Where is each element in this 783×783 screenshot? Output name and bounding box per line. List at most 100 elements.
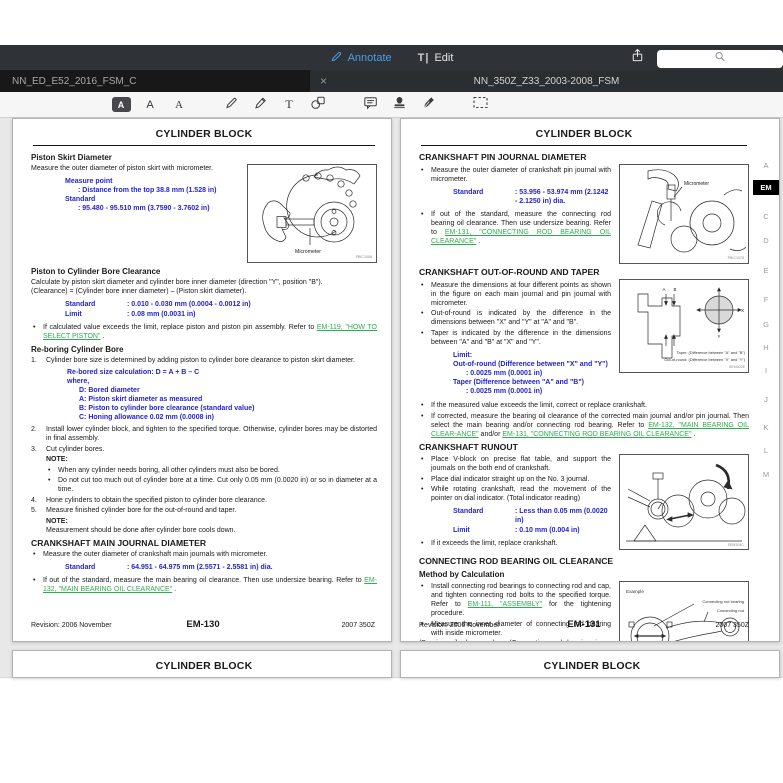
svg-text:X: X: [741, 308, 744, 313]
figure-label: Micrometer: [684, 181, 709, 187]
title-rule: [33, 145, 375, 146]
edit-button[interactable]: T| Edit: [418, 52, 454, 64]
edit-label: Edit: [434, 52, 453, 64]
share-icon: [630, 48, 645, 68]
spec-table: Standard: 0.010 - 0.030 mm (0.0004 - 0.0…: [65, 300, 377, 319]
title-rule: [421, 145, 747, 146]
text-color-button[interactable]: A: [139, 95, 161, 115]
page-title: CYLINDER BLOCK: [31, 662, 377, 671]
page-title: CYLINDER BLOCK: [419, 662, 765, 671]
annotation-toolbar: A A A T: [0, 92, 783, 118]
shapes-button[interactable]: [307, 95, 329, 115]
page-em131: CYLINDER BLOCK CRANKSHAFT PIN JOURNAL DI…: [400, 118, 780, 642]
section-heading: Piston Skirt Diameter: [31, 153, 377, 162]
text-cursor-icon: T|: [418, 52, 430, 64]
figure-code: PBIC1078: [728, 256, 744, 260]
numbered-item: 4.Hone cylinders to obtain the specified…: [31, 496, 377, 505]
annotate-button[interactable]: Annotate: [330, 50, 392, 66]
figure-example-label: Example: [626, 589, 644, 594]
selection-button[interactable]: [469, 95, 491, 115]
out-of-round-taper-figure: A B X Y Taper: (Difference between "A" a…: [619, 279, 749, 373]
bullet-item: •Measure the outer diameter of crankshaf…: [31, 550, 377, 559]
text-serif-button[interactable]: A: [168, 95, 190, 115]
numbered-item: 1.Cylinder bore size is determined by ad…: [31, 356, 377, 365]
bullet-item: •Measure the outer diameter of crankshaf…: [419, 166, 611, 184]
connecting-rod-figure: Example Connecting rod bearing Connectin…: [619, 581, 749, 643]
footer-page-number: EM-131: [567, 620, 600, 629]
tab-nn-350z[interactable]: × NN_350Z_Z33_2003-2008_FSM: [310, 70, 783, 92]
piston-micrometer-figure: Micrometer PBIC1058: [247, 164, 377, 263]
text-box-button[interactable]: T: [278, 95, 300, 115]
section-heading: CONNECTING ROD BEARING OIL CLEARANCE: [419, 557, 749, 566]
numbered-item: 2.Install lower cylinder block, and tigh…: [31, 425, 377, 443]
stamp-icon: [392, 95, 407, 115]
bullet-item: • If out of the standard, measure the co…: [419, 210, 611, 246]
selection-rect-icon: [472, 95, 489, 115]
svg-text:B: B: [674, 287, 677, 292]
figure-code: PBIC1058: [356, 255, 372, 259]
pen-nib-icon: [421, 95, 436, 115]
section-heading: CRANKSHAFT MAIN JOURNAL DIAMETER: [31, 539, 377, 548]
bullet-item: • If calculated value exceeds the limit,…: [31, 323, 377, 341]
footer-model: 2007 350Z: [601, 621, 749, 630]
section-heading: CRANKSHAFT PIN JOURNAL DIAMETER: [419, 153, 749, 162]
note-bullets: •When any cylinder needs boring, all oth…: [46, 466, 377, 495]
search-input[interactable]: [657, 50, 783, 68]
spec-table: Standard: 64.951 - 64.975 mm (2.5571 - 2…: [65, 563, 377, 572]
page-title: CYLINDER BLOCK: [419, 130, 749, 139]
bullet-item: • Install connecting rod bearings to con…: [419, 582, 611, 618]
font-style-button[interactable]: A: [110, 95, 132, 115]
bullet-list: •Measure the dimensions at four differen…: [419, 281, 611, 347]
footer-model: 2007 350Z: [220, 621, 375, 630]
footer-revision: Revision: 2006 November: [419, 621, 567, 630]
subsection-heading: Method by Calculation: [419, 570, 749, 579]
marker-icon: [253, 95, 268, 115]
tab-nn-ed-e52[interactable]: NN_ED_E52_2016_FSM_C: [0, 70, 310, 92]
window-toolbar: Annotate T| Edit: [0, 45, 783, 70]
page-next-left: CYLINDER BLOCK: [12, 650, 392, 678]
figure-label: Connecting rod: [717, 608, 744, 613]
note-button[interactable]: [359, 95, 381, 115]
bullet-item: •If the measured value exceeds the limit…: [419, 401, 749, 410]
paragraph: Measure the outer diameter of piston ski…: [31, 164, 239, 173]
note-icon: [363, 95, 378, 115]
page-next-right: CYLINDER BLOCK: [400, 650, 780, 678]
footer-revision: Revision: 2006 November: [31, 621, 186, 630]
font-style-icon: A: [112, 97, 131, 112]
figure-caption: Out-of-round: (Difference between "X" an…: [664, 357, 745, 362]
link-em111[interactable]: EM-111, "ASSEMBLY": [468, 601, 542, 608]
svg-text:Y: Y: [718, 334, 721, 339]
note-label: NOTE:: [46, 517, 377, 526]
sketch-button[interactable]: [220, 95, 242, 115]
close-tab-icon[interactable]: ×: [320, 75, 327, 87]
figure-label: Connecting rod bearing: [702, 599, 744, 604]
calculation-block: Re-bored size calculation: D = A + B – C…: [67, 368, 377, 422]
link-em131[interactable]: EM-131, "CONNECTING ROD BEARING OIL CLEA…: [431, 229, 611, 245]
draw-button[interactable]: [249, 95, 271, 115]
page-title: CYLINDER BLOCK: [31, 130, 377, 139]
limit-block: Limit: Out-of-round (Difference between …: [453, 351, 611, 396]
document-canvas[interactable]: CYLINDER BLOCK Piston Skirt Diameter Mea…: [0, 118, 783, 678]
figure-code: SEM302E: [729, 365, 746, 369]
crank-pin-micrometer-figure: Micrometer PBIC1078: [619, 164, 749, 264]
letter-a-serif-icon: A: [175, 99, 183, 111]
spec-table: Standard: 53.956 - 53.974 mm (2.1242 - 2…: [453, 188, 611, 206]
share-button[interactable]: [627, 48, 647, 68]
tab-title: NN_350Z_Z33_2003-2008_FSM: [474, 76, 620, 87]
page-em130: CYLINDER BLOCK Piston Skirt Diameter Mea…: [12, 118, 392, 642]
section-heading: CRANKSHAFT RUNOUT: [419, 443, 749, 452]
page-footer: Revision: 2006 November EM-131 2007 350Z: [419, 620, 749, 630]
stamp-button[interactable]: [388, 95, 410, 115]
bullet-item: • If out of the standard, measure the ma…: [31, 576, 377, 594]
letter-a-icon: A: [146, 99, 153, 111]
formula: (Bearing oil clearance) = (Connecting ro…: [419, 639, 611, 642]
paragraph: (Clearance) = (Cylinder bore inner diame…: [31, 287, 377, 296]
svg-text:A: A: [663, 287, 666, 292]
spec-block: Measure point: Distance from the top 38.…: [65, 177, 239, 213]
link-em131[interactable]: EM-131, "CONNECTING ROD BEARING OIL CLEA…: [502, 431, 691, 438]
signature-button[interactable]: [417, 95, 439, 115]
bullet-item: • If corrected, measure the bearing oil …: [419, 412, 749, 439]
bullet-item: •If it exceeds the limit, replace cranks…: [419, 539, 611, 548]
section-heading: Re-boring Cylinder Bore: [31, 345, 377, 354]
numbered-item: 5.Measure finished cylinder bore for the…: [31, 506, 377, 515]
